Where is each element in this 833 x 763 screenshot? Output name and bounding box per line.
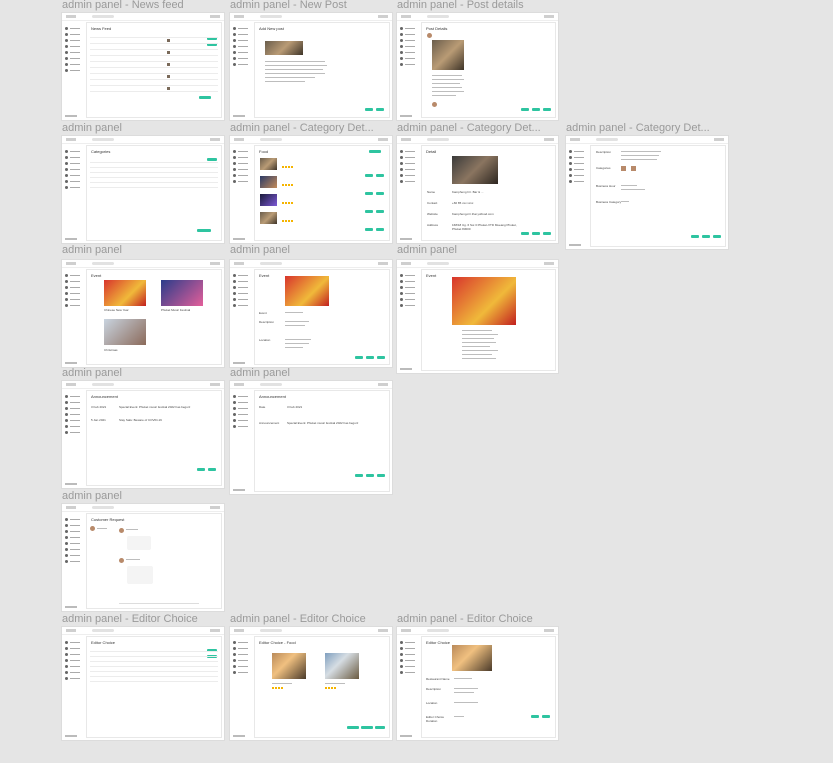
frame-label: admin panel - Post details xyxy=(397,0,524,11)
frame-editor-choice-detail[interactable]: Editor Choice Restaurant Name Descriptio… xyxy=(397,627,558,740)
frame-label: admin panel - News feed xyxy=(62,0,184,11)
page-title: Announcement xyxy=(259,394,286,399)
page-title: Detail xyxy=(426,149,437,154)
frame-label: admin panel - Category Det... xyxy=(230,122,374,134)
frame-editor-choice-food[interactable]: Editor Choice - Food xyxy=(230,627,392,740)
frame-category-detail[interactable]: Detail Name Kampheng Irrr. Bar & ... Cont… xyxy=(397,136,558,243)
post-image xyxy=(432,40,464,70)
frame-editor-choice-list[interactable]: Editor Choice xyxy=(62,627,224,740)
frame-label: admin panel xyxy=(62,122,122,134)
frame-label: admin panel xyxy=(62,490,122,502)
top-bar xyxy=(62,13,224,21)
frame-category-food[interactable]: Food xyxy=(230,136,392,243)
page-title: Add New post xyxy=(259,26,284,31)
frame-event-poster[interactable]: Event xyxy=(397,260,558,373)
page-title: Announcement xyxy=(91,394,118,399)
page-title: Event xyxy=(259,273,270,278)
page-title: Editor Choice xyxy=(91,640,116,645)
page-title: Event xyxy=(426,273,437,278)
frame-label: admin panel - Editor Choice xyxy=(230,613,366,625)
page-title: Editor Choice - Food xyxy=(259,640,296,645)
frame-label: admin panel - Editor Choice xyxy=(62,613,198,625)
page-title: Post Details xyxy=(426,26,448,31)
frame-label: admin panel - Category Det... xyxy=(397,122,541,134)
frame-label: admin panel xyxy=(397,244,457,256)
frame-label: admin panel xyxy=(62,244,122,256)
frame-event-detail[interactable]: Event Event Description Location xyxy=(230,260,392,367)
frame-label: admin panel - Category Det... xyxy=(566,122,710,134)
page-title: Food xyxy=(259,149,269,154)
page-title: Editor Choice xyxy=(426,640,451,645)
page-title: News Feed xyxy=(91,26,112,31)
post-button[interactable] xyxy=(376,108,384,111)
frame-announcement-detail[interactable]: Announcement Date 3 Feb 2021 Announcement… xyxy=(230,381,392,494)
sidebar xyxy=(62,21,86,120)
frame-new-post[interactable]: Add New post xyxy=(230,13,392,120)
post-image xyxy=(265,41,303,55)
frame-announcement-list[interactable]: Announcement 3 Feb 2021 Special Event: Ph… xyxy=(62,381,224,488)
frame-news-feed[interactable]: News Feed xyxy=(62,13,224,120)
cancel-button[interactable] xyxy=(365,108,373,111)
frame-category-detail-2[interactable]: Description Categories Business Hour Bus… xyxy=(566,136,728,249)
frame-label: admin panel - Editor Choice xyxy=(397,613,533,625)
frame-label: admin panel - New Post xyxy=(230,0,347,11)
page-title: Event xyxy=(91,273,102,278)
frame-label: admin panel xyxy=(62,367,122,379)
frame-categories[interactable]: Categories xyxy=(62,136,224,243)
main-content: News Feed xyxy=(87,23,221,117)
page-title: Customer Request xyxy=(91,517,125,522)
frame-customer-request[interactable]: Customer Request xyxy=(62,504,224,611)
frame-label: admin panel xyxy=(230,367,290,379)
save-button[interactable] xyxy=(199,96,211,99)
frame-event-list[interactable]: Event Chinese New Year Phuket Music Fest… xyxy=(62,260,224,367)
frame-post-details[interactable]: Post Details xyxy=(397,13,558,120)
frame-label: admin panel xyxy=(230,244,290,256)
page-title: Categories xyxy=(91,149,111,154)
